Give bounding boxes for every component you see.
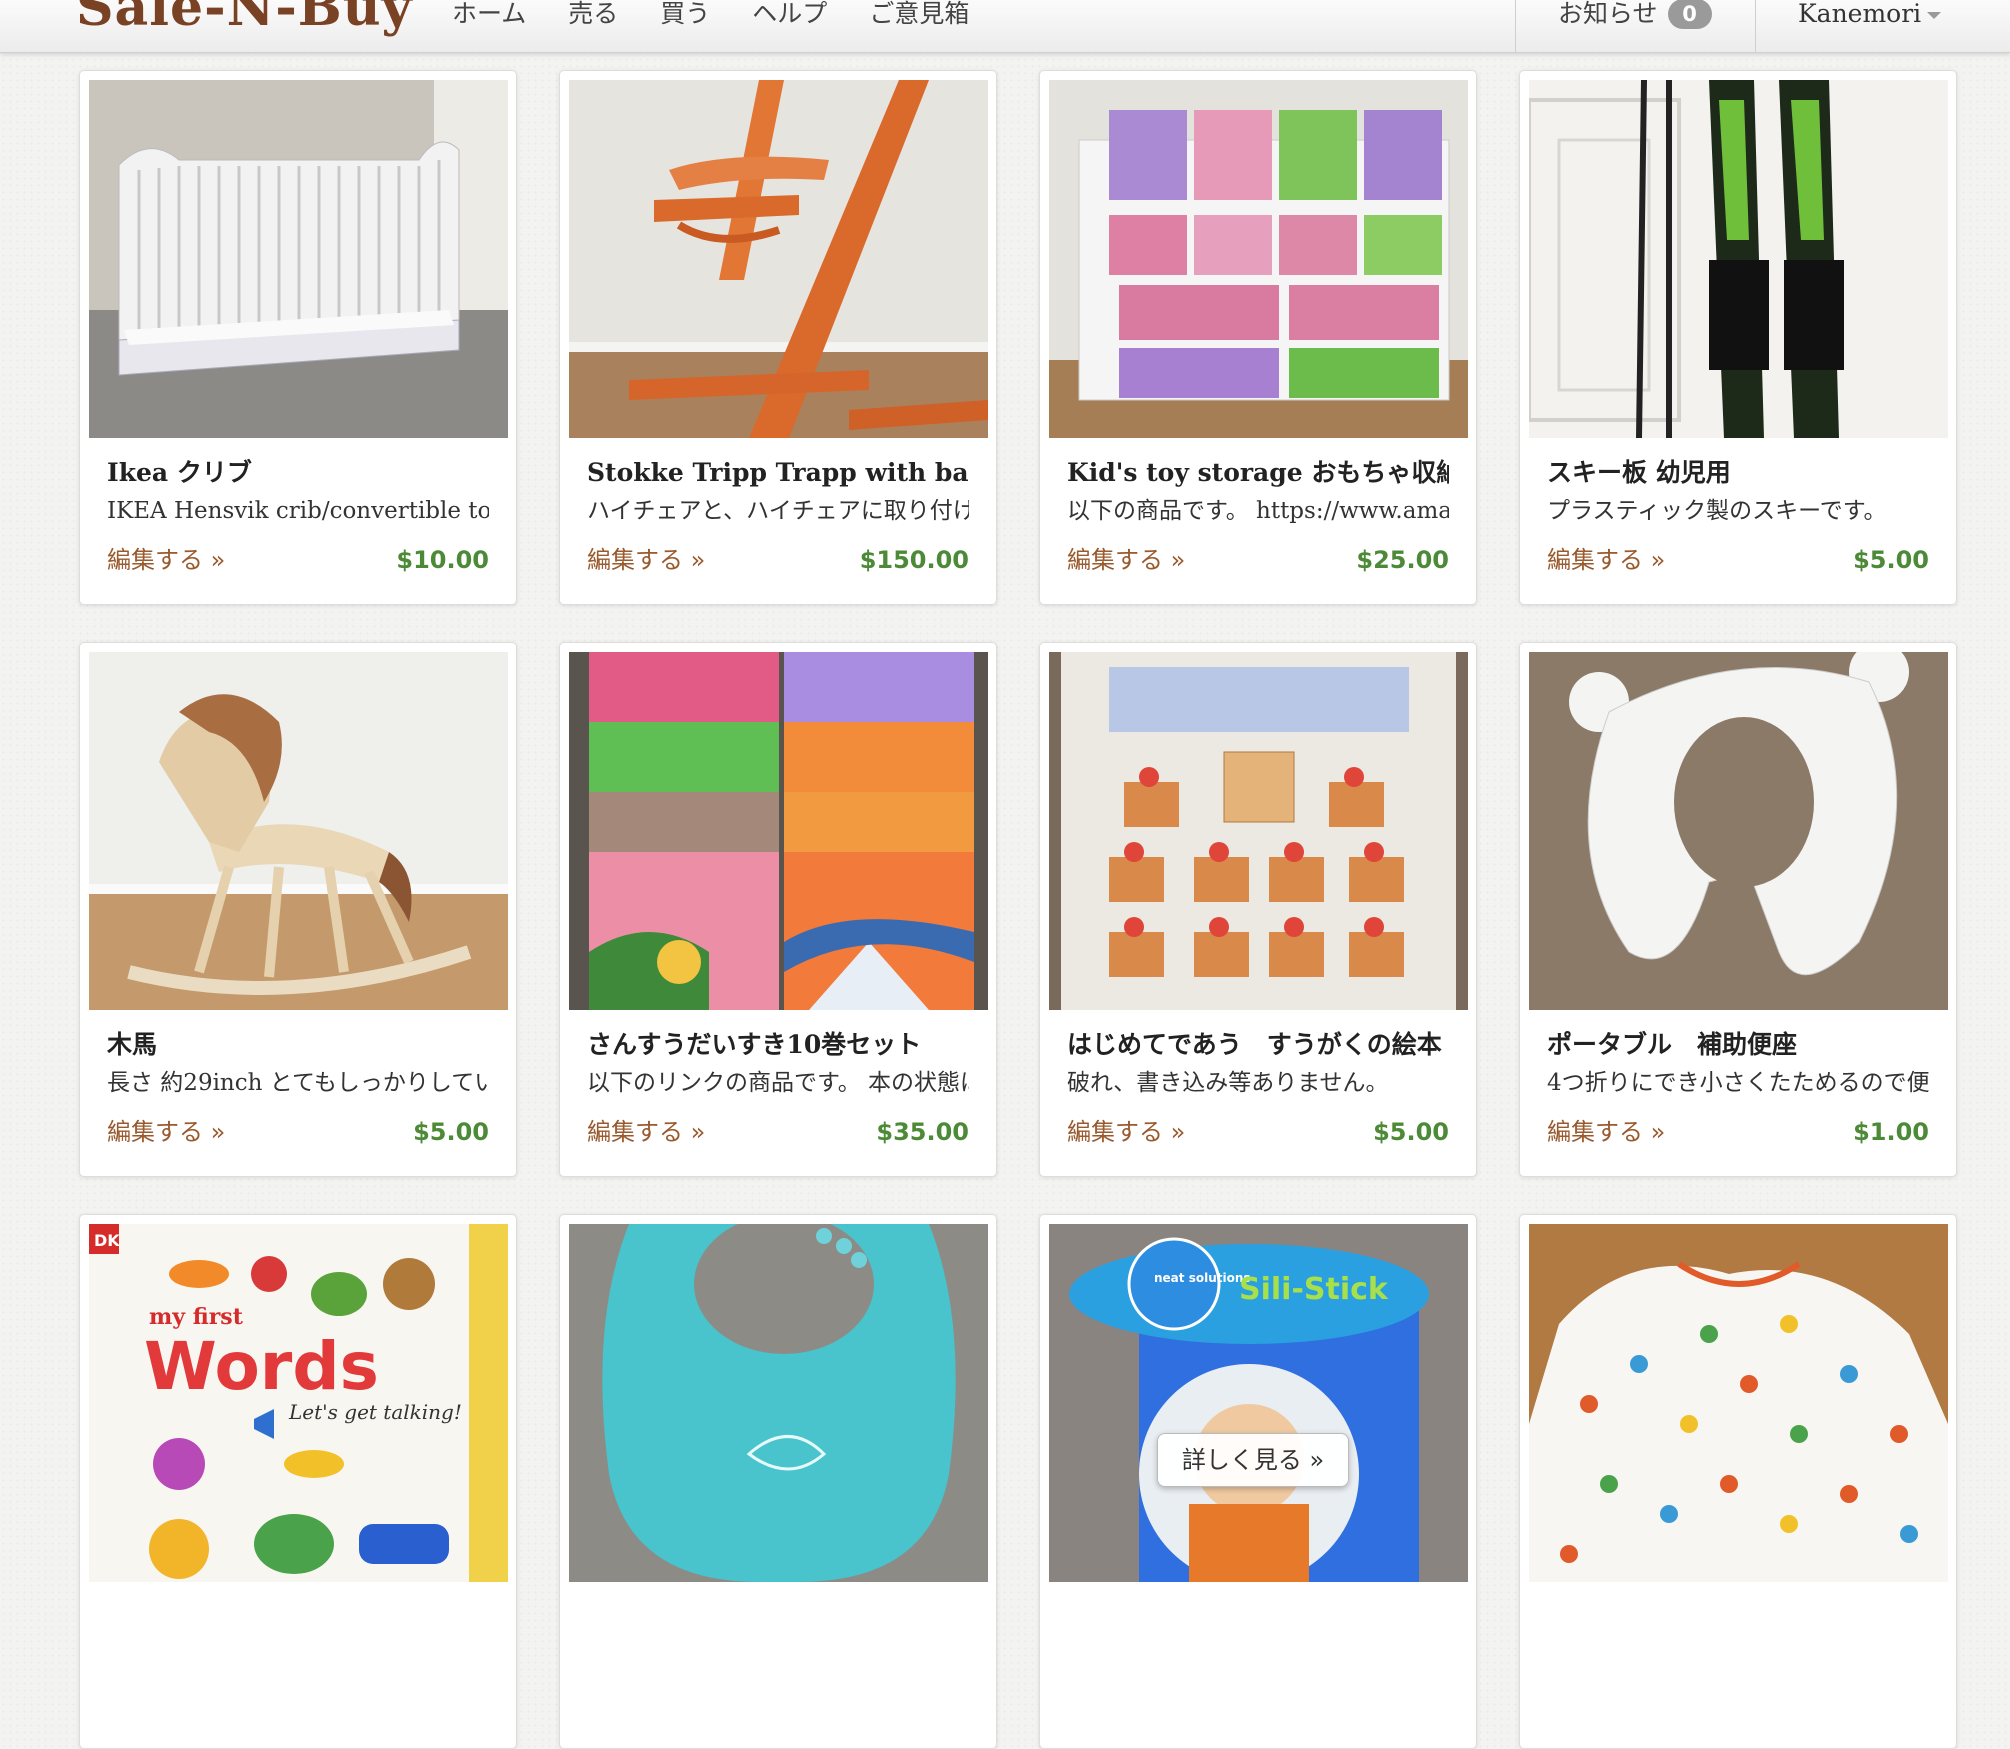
nav-home[interactable]: ホーム <box>452 0 526 34</box>
product-photo-silicone-bib[interactable] <box>569 1224 988 1582</box>
product-title[interactable]: Stokke Tripp Trapp with baby set <box>587 456 969 490</box>
edit-link[interactable]: 編集する » <box>1067 543 1185 577</box>
product-card: DK my first Words Let's get talking! <box>79 1214 517 1749</box>
product-photo-sili-stick-placemat[interactable]: neat solutions Sili-Stick <box>1049 1224 1468 1582</box>
product-photo-potty-seat[interactable] <box>1529 652 1948 1010</box>
product-description: 以下のリンクの商品です。 本の状態は良好です <box>587 1070 969 1096</box>
product-card: Stokke Tripp Trapp with baby set ハイチェアと、… <box>559 70 997 605</box>
product-photo-toy-storage[interactable] <box>1049 80 1468 438</box>
book-cover-line1: my first <box>149 1304 244 1330</box>
product-price: $1.00 <box>1853 1118 1929 1146</box>
nav-divider <box>1755 0 1756 52</box>
edit-link[interactable]: 編集する » <box>1547 543 1665 577</box>
product-photo-words-book[interactable]: DK my first Words Let's get talking! <box>89 1224 508 1582</box>
user-menu[interactable]: Kanemori <box>1798 0 1942 34</box>
product-description: 以下の商品です。 https://www.amazon.com <box>1067 498 1449 524</box>
product-price: $5.00 <box>1373 1118 1449 1146</box>
product-title[interactable]: Ikea クリブ <box>107 456 489 490</box>
nav-divider <box>1515 0 1516 52</box>
nav-buy[interactable]: 買う <box>660 0 710 34</box>
notifications-count-badge: 0 <box>1667 0 1712 29</box>
edit-link[interactable]: 編集する » <box>107 543 225 577</box>
product-card: Ikea クリブ IKEA Hensvik crib/convertible t… <box>79 70 517 605</box>
product-price: $35.00 <box>876 1118 969 1146</box>
product-price: $25.00 <box>1356 546 1449 574</box>
product-photo-crib[interactable] <box>89 80 508 438</box>
product-description: プラスティック製のスキーです。 <box>1547 498 1887 524</box>
product-description: 長さ 約29inch とてもしっかりしています <box>107 1070 489 1096</box>
book-cover-tagline: Let's get talking! <box>288 1400 462 1424</box>
edit-link[interactable]: 編集する » <box>1067 1115 1185 1149</box>
product-card: ポータブル 補助便座 4つ折りにでき小さくたためるので便利です 編集する » $… <box>1519 642 1957 1177</box>
product-title[interactable]: ポータブル 補助便座 <box>1547 1028 1929 1062</box>
nav-help[interactable]: ヘルプ <box>752 0 827 34</box>
placemat-subbrand: neat solutions <box>1154 1271 1251 1285</box>
product-title[interactable]: さんすうだいすき10巻セット <box>587 1028 969 1062</box>
product-card: Kid's toy storage おもちゃ収納 以下の商品です。 https:… <box>1039 70 1477 605</box>
product-card: はじめてであう すうがくの絵本 破れ、書き込み等ありません。 編集する » $5… <box>1039 642 1477 1177</box>
edit-link[interactable]: 編集する » <box>107 1115 225 1149</box>
edit-link[interactable]: 編集する » <box>587 1115 705 1149</box>
product-photo-rocking-horse[interactable] <box>89 652 508 1010</box>
product-title[interactable]: Kid's toy storage おもちゃ収納 <box>1067 456 1449 490</box>
product-description: IKEA Hensvik crib/convertible to toddler… <box>107 498 489 524</box>
nav-sell[interactable]: 売る <box>568 0 618 34</box>
product-photo-skis[interactable] <box>1529 80 1948 438</box>
product-photo-polka-dot-smock[interactable] <box>1529 1224 1948 1582</box>
product-price: $10.00 <box>396 546 489 574</box>
product-title[interactable]: 木馬 <box>107 1028 489 1062</box>
edit-link[interactable]: 編集する » <box>1547 1115 1665 1149</box>
product-description: 破れ、書き込み等ありません。 <box>1067 1070 1389 1096</box>
product-card <box>559 1214 997 1749</box>
book-cover-title: Words <box>144 1328 379 1405</box>
placemat-brand: Sili-Stick <box>1239 1272 1389 1307</box>
product-title[interactable]: スキー板 幼児用 <box>1547 456 1929 490</box>
chevron-down-icon <box>1927 12 1942 19</box>
notifications-label: お知らせ <box>1558 0 1658 28</box>
product-card: スキー板 幼児用 プラスティック製のスキーです。 編集する » $5.00 <box>1519 70 1957 605</box>
product-price: $5.00 <box>413 1118 489 1146</box>
user-name: Kanemori <box>1798 0 1922 28</box>
product-photo-math-picture-book[interactable] <box>1049 652 1468 1010</box>
top-navbar: Sale-N-Buy ホーム 売る 買う ヘルプ ご意見箱 お知らせ 0 Kan… <box>0 0 2010 53</box>
product-price: $5.00 <box>1853 546 1929 574</box>
more-details-button[interactable]: 詳しく見る » <box>1157 1433 1349 1487</box>
product-photo-highchair[interactable] <box>569 80 988 438</box>
product-card <box>1519 1214 1957 1749</box>
product-description: ハイチェアと、ハイチェアに取り付けるベビーセット <box>587 498 969 524</box>
notifications-menu[interactable]: お知らせ 0 <box>1558 0 1712 34</box>
main-nav: ホーム 売る 買う ヘルプ ご意見箱 <box>452 0 1011 34</box>
product-description: 4つ折りにでき小さくたためるので便利です <box>1547 1070 1929 1096</box>
product-title[interactable]: はじめてであう すうがくの絵本 <box>1067 1028 1449 1062</box>
brand-logo[interactable]: Sale-N-Buy <box>76 0 413 44</box>
product-price: $150.00 <box>859 546 969 574</box>
publisher-logo: DK <box>94 1231 120 1250</box>
nav-feedback[interactable]: ご意見箱 <box>869 0 969 34</box>
product-card: 木馬 長さ 約29inch とてもしっかりしています 編集する » $5.00 <box>79 642 517 1177</box>
edit-link[interactable]: 編集する » <box>587 543 705 577</box>
product-card: さんすうだいすき10巻セット 以下のリンクの商品です。 本の状態は良好です 編集… <box>559 642 997 1177</box>
product-photo-math-books[interactable] <box>569 652 988 1010</box>
